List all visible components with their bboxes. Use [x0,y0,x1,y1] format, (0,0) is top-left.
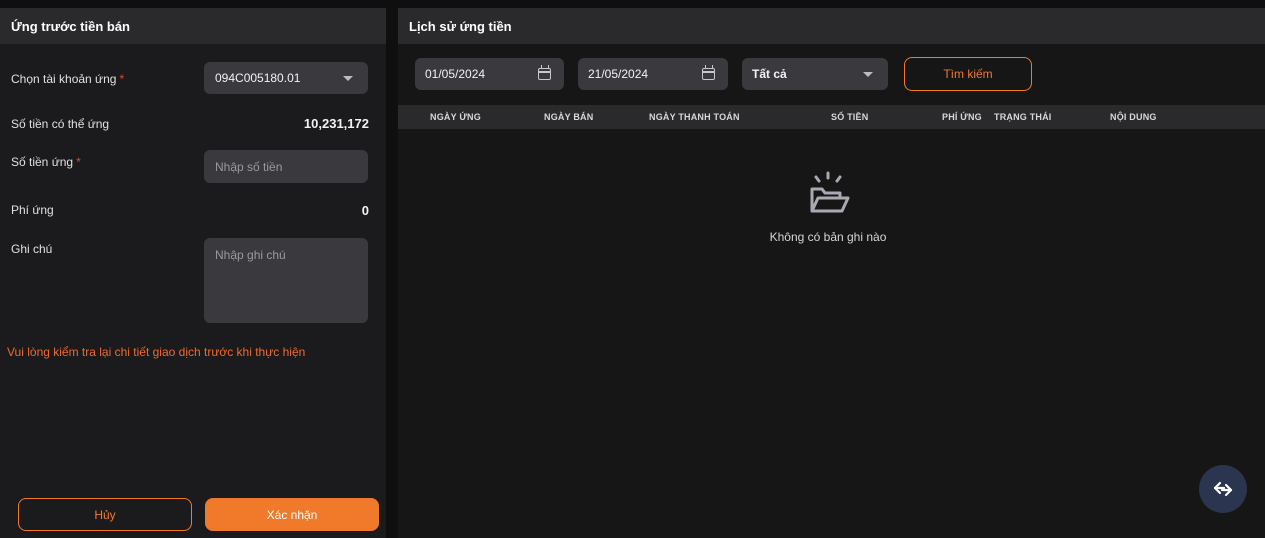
account-select-value: 094C005180.01 [215,71,301,85]
fee-value: 0 [361,203,369,218]
open-folder-icon [810,171,850,213]
cancel-button[interactable]: Hủy [18,498,192,531]
column-header: NGÀY ỨNG [430,112,481,122]
advance-form-panel: Ứng trước tiền bán Chọn tài khoản ứng * 0… [0,8,386,538]
column-header: TRẠNG THÁI [994,112,1052,122]
calendar-icon [538,65,551,80]
chevron-down-icon [863,72,873,77]
history-table-header: NGÀY ỨNG NGÀY BÁN NGÀY THANH TOÁN SỐ TIỀ… [398,105,1265,129]
warning-message: Vui lòng kiểm tra lại chi tiết giao dịch… [7,345,306,359]
status-select-value: Tất cả [752,67,787,81]
status-select[interactable]: Tất cả [742,58,888,90]
chevron-down-icon [343,76,353,81]
note-textarea[interactable]: Nhập ghi chú [204,238,368,323]
column-header: PHÍ ỨNG [942,112,982,122]
column-header: SỐ TIỀN [831,112,869,122]
available-amount-value: 10,231,172 [303,116,369,131]
available-amount-label: Số tiền có thể ứng [11,117,110,131]
confirm-button[interactable]: Xác nhận [205,498,379,531]
account-select[interactable]: 094C005180.01 [204,62,368,94]
from-date-value: 01/05/2024 [425,67,486,81]
column-header: NGÀY BÁN [544,112,594,122]
amount-label: Số tiền ứng * [11,155,81,169]
empty-state: Không có bản ghi nào [748,165,908,244]
to-date-value: 21/05/2024 [588,67,649,81]
empty-state-text: Không có bản ghi nào [769,230,887,244]
account-label: Chọn tài khoản ứng * [11,72,125,86]
column-header: NỘI DUNG [1110,112,1157,122]
advance-form-title: Ứng trước tiền bán [0,8,386,44]
fee-label: Phí ứng [11,203,54,217]
note-label: Ghi chú [11,242,53,256]
to-date-picker[interactable]: 21/05/2024 [578,58,728,90]
required-mark: * [119,72,125,86]
swap-button[interactable] [1199,465,1247,513]
search-button[interactable]: Tìm kiếm [904,57,1032,91]
advance-history-panel: Lịch sử ứng tiền 01/05/2024 21/05/2024 T… [398,8,1265,538]
required-mark: * [76,155,81,169]
calendar-icon [702,65,715,80]
swap-arrows-icon [1213,481,1233,497]
amount-input[interactable]: Nhập số tiền [204,150,368,183]
advance-history-title: Lịch sử ứng tiền [398,8,1265,44]
from-date-picker[interactable]: 01/05/2024 [415,58,564,90]
column-header: NGÀY THANH TOÁN [649,112,740,122]
